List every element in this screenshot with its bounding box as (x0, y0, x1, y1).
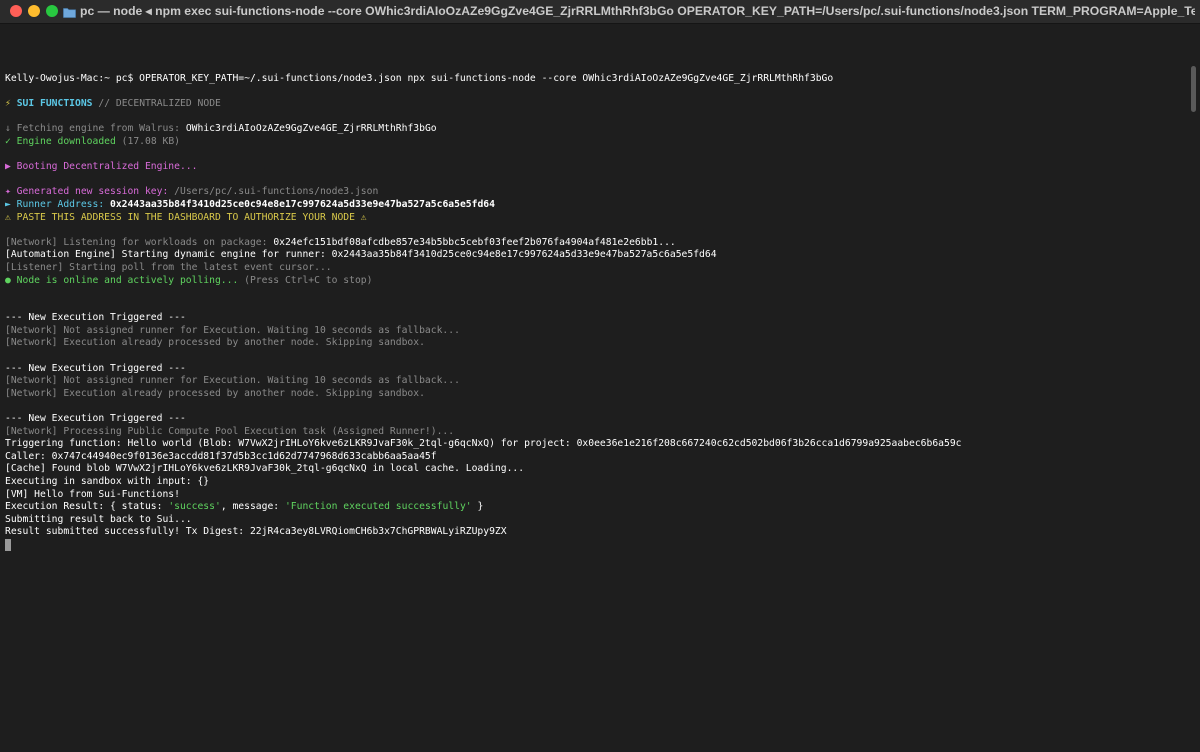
online-hint: (Press Ctrl+C to stop) (244, 274, 373, 286)
prompt-command: OPERATOR_KEY_PATH=~/.sui-functions/node3… (139, 73, 834, 84)
sandbox-line: Executing in sandbox with input: {} (5, 476, 210, 487)
banner-name: SUI FUNCTIONS (16, 98, 93, 110)
session-key-label: ✦ Generated new session key: (5, 186, 169, 198)
fetching-engine-line: ↓ Fetching engine from Walrus: OWhic3rdi… (5, 123, 1185, 136)
listener-line: [Listener] Starting poll from the latest… (5, 261, 332, 273)
terminal-output[interactable]: Kelly-Owojus-Mac:~ pc$ OPERATOR_KEY_PATH… (5, 73, 1185, 552)
banner-separator: // (98, 98, 111, 110)
terminal-window: pc — node ◂ npm exec sui-functions-node … (0, 0, 1200, 752)
runner-address: 0x2443aa35b84f3410d25ce0c94e8e17c997624a… (110, 198, 495, 210)
execution-result-line: Execution Result: { status: 'success', m… (5, 501, 1185, 514)
not-assigned-line: [Network] Not assigned runner for Execut… (5, 324, 460, 336)
execution-header: --- New Execution Triggered --- (5, 413, 186, 425)
banner-tagline: DECENTRALIZED NODE (115, 98, 221, 110)
title-bar[interactable]: pc — node ◂ npm exec sui-functions-node … (0, 0, 1200, 24)
cache-line: [Cache] Found blob W7VwX2jrIHLoY6kve6zLK… (5, 463, 525, 475)
submitting-line: Submitting result back to Sui... (5, 513, 192, 525)
processing-line: [Network] Processing Public Compute Pool… (5, 425, 455, 437)
prompt-user-host: Kelly-Owojus-Mac:~ pc$ (5, 73, 134, 84)
engine-downloaded-line: ✓ Engine downloaded (17.08 KB) (5, 136, 1185, 149)
banner-line: ⚡ SUI FUNCTIONS // DECENTRALIZED NODE (5, 98, 1185, 111)
text-cursor (5, 538, 11, 551)
already-processed-line: [Network] Execution already processed by… (5, 387, 425, 399)
execution-header: --- New Execution Triggered --- (5, 312, 186, 324)
lightning-icon: ⚡ (5, 98, 11, 110)
execution-header: --- New Execution Triggered --- (5, 362, 186, 374)
zoom-button[interactable] (46, 5, 58, 17)
runner-label: ► Runner Address: (5, 198, 105, 210)
vm-output-line: [VM] Hello from Sui-Functions! (5, 488, 180, 500)
authorize-warning-line: ⚠ PASTE THIS ADDRESS IN THE DASHBOARD TO… (5, 211, 367, 223)
session-key-line: ✦ Generated new session key: /Users/pc/.… (5, 186, 1185, 199)
already-processed-line: [Network] Execution already processed by… (5, 337, 425, 349)
automation-engine-line: [Automation Engine] Starting dynamic eng… (5, 249, 717, 261)
submitted-line: Result submitted successfully! Tx Digest… (5, 526, 507, 538)
fetching-label: ↓ Fetching engine from Walrus: (5, 123, 180, 135)
listening-line: [Network] Listening for workloads on pac… (5, 237, 1185, 250)
session-key-path: /Users/pc/.sui-functions/node3.json (174, 186, 379, 198)
folder-icon (63, 5, 76, 23)
listening-label: [Network] Listening for workloads on pac… (5, 236, 268, 248)
downloaded-size: (17.08 KB) (121, 135, 180, 147)
result-prefix: Execution Result: { status: (5, 501, 169, 513)
triggering-line: Triggering function: Hello world (Blob: … (5, 438, 962, 450)
close-button[interactable] (10, 5, 22, 17)
prompt-line: Kelly-Owojus-Mac:~ pc$ OPERATOR_KEY_PATH… (5, 73, 1185, 86)
booting-line: ▶ Booting Decentralized Engine... (5, 161, 198, 173)
runner-address-line: ► Runner Address: 0x2443aa35b84f3410d25c… (5, 199, 1185, 212)
not-assigned-line: [Network] Not assigned runner for Execut… (5, 375, 460, 387)
downloaded-label: ✓ Engine downloaded (5, 135, 116, 147)
result-status-value: 'success' (168, 501, 221, 513)
online-line: ● Node is online and actively polling...… (5, 275, 1185, 288)
minimize-button[interactable] (28, 5, 40, 17)
window-title: pc — node ◂ npm exec sui-functions-node … (80, 4, 1195, 18)
online-status: ● Node is online and actively polling... (5, 274, 239, 286)
cursor-line (5, 538, 1185, 552)
caller-line: Caller: 0x747c44940ec9f0136e3accdd81f37d… (5, 450, 437, 462)
fetching-id: OWhic3rdiAIoOzAZe9GgZve4GE_ZjrRRLMthRhf3… (185, 123, 437, 135)
result-suffix: } (471, 501, 484, 513)
scrollbar-thumb[interactable] (1191, 66, 1196, 112)
result-message-value: 'Function executed successfully' (284, 501, 472, 513)
package-id: 0x24efc151bdf08afcdbe857e34b5bbc5cebf03f… (273, 236, 676, 248)
result-mid: , message: (220, 501, 285, 513)
